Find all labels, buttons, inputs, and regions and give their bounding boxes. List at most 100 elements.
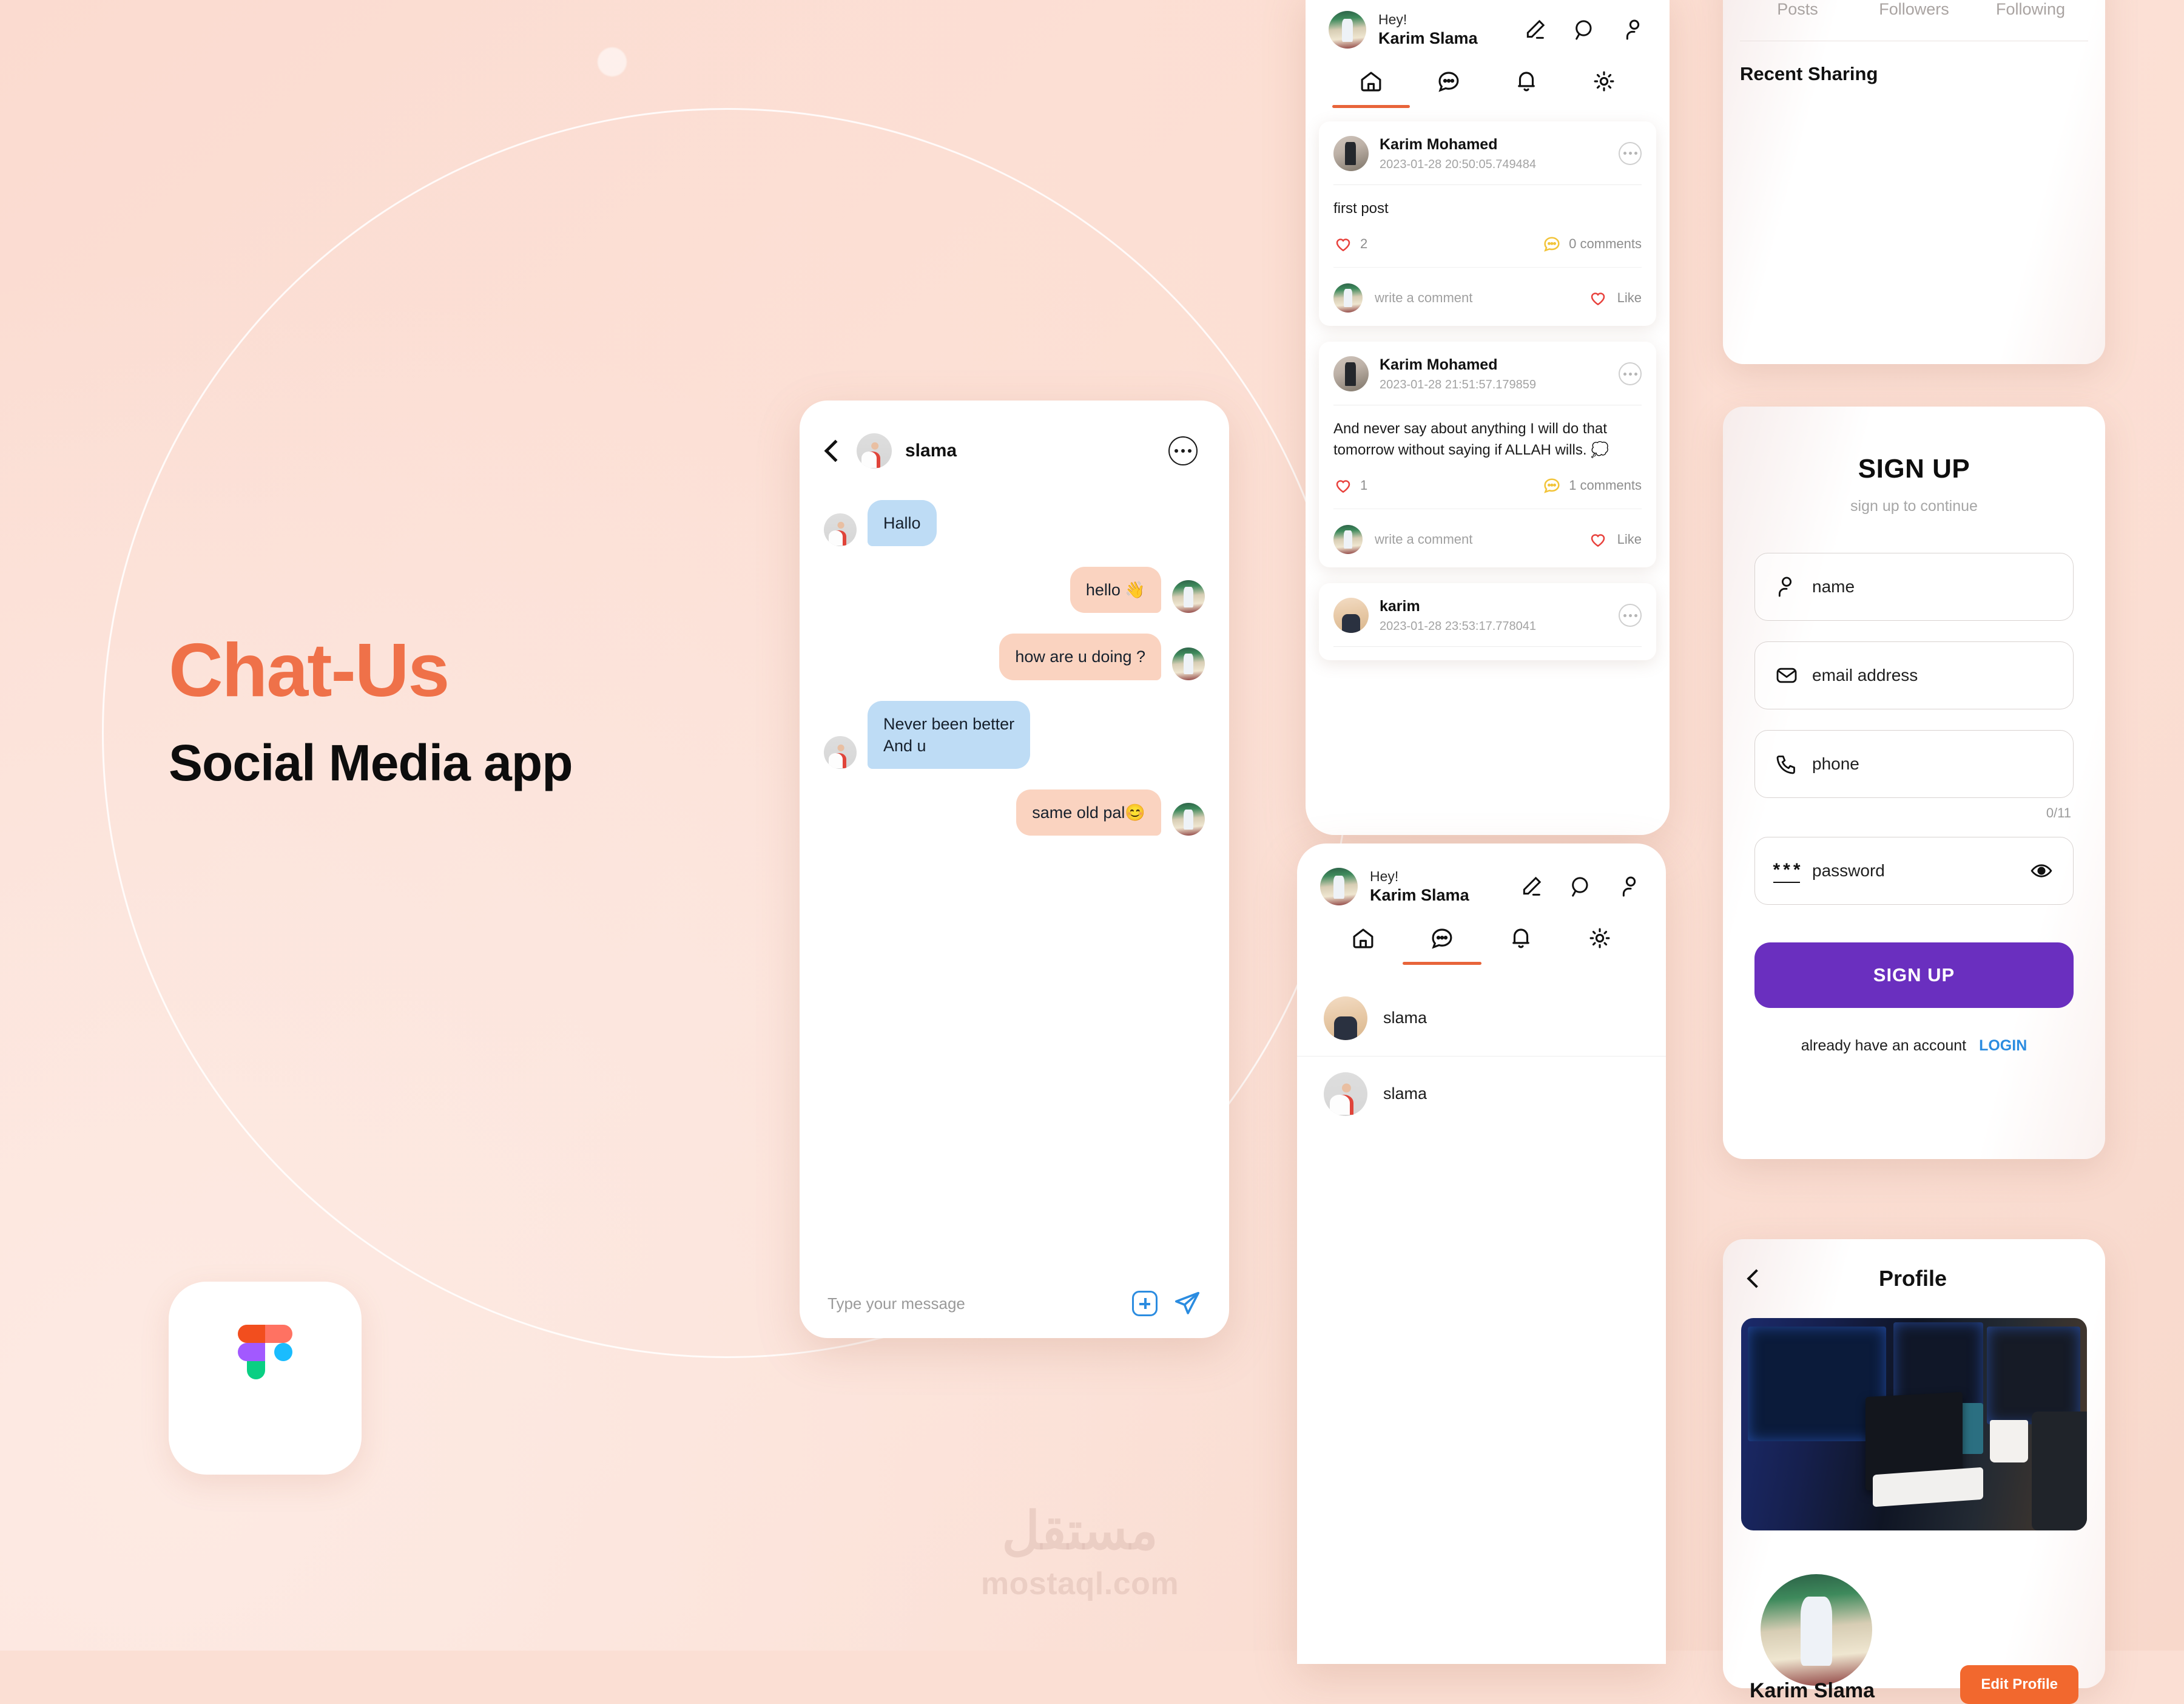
email-field[interactable]: email address [1754,641,2074,709]
avatar [1333,598,1369,634]
list-item[interactable]: slama [1297,981,1666,1056]
section-title: Recent Sharing [1740,63,1878,84]
post-text: first post [1333,200,1389,217]
post-timestamp: 2023-01-28 23:53:17.778041 [1380,620,1537,634]
avatar [1333,135,1369,171]
edit-profile-button[interactable]: Edit Profile [1960,1665,2078,1704]
post-card: Karim Mohamed 2023-01-28 20:50:05.749484… [1319,121,1656,326]
avatar [1757,1570,1876,1689]
post-actions: write a comment Like [1333,266,1642,313]
bottle [1959,1403,1983,1454]
tab-settings[interactable] [1565,69,1643,108]
post-actions: write a comment Like [1333,508,1642,554]
message-row: Hallo [824,500,1205,547]
phone-field[interactable]: phone [1754,730,2074,798]
chat-messages: Hallo hello 👋 how are u doing ? Never be… [800,484,1229,1290]
login-link[interactable]: LOGIN [1979,1037,2027,1054]
post-timestamp: 2023-01-28 20:50:05.749484 [1380,158,1537,171]
comment-icon [1542,234,1562,254]
message-row: Never been better And u [824,700,1205,769]
greeting-block: Hey! Karim Slama [1378,11,1478,49]
attach-icon[interactable] [1132,1291,1158,1316]
more-options-icon[interactable] [1168,436,1198,465]
post-options-icon[interactable] [1619,141,1642,165]
name-input: name [1812,577,1855,596]
like-count[interactable]: 2 [1333,234,1367,254]
feed-tabbar [1306,69,1670,108]
comment-count[interactable]: 0 comments [1542,234,1642,254]
tab-chat[interactable] [1403,925,1481,965]
tab-notifications[interactable] [1488,69,1565,108]
eye-icon[interactable] [2029,859,2054,883]
like-label: Like [1617,531,1642,547]
edit-icon[interactable] [1523,18,1547,42]
user-icon[interactable] [1619,874,1643,899]
comment-input[interactable]: write a comment [1375,532,1576,547]
profile-title: Profile [1878,1266,1947,1291]
tab-home[interactable] [1324,925,1403,965]
home-icon [1358,69,1384,94]
heart-icon [1588,288,1608,308]
list-item[interactable]: slama [1297,1055,1666,1132]
greeting-text: Hey! [1378,12,1407,27]
heart-icon [1333,476,1353,495]
tab-chat[interactable] [1410,69,1488,108]
like-count[interactable]: 1 [1333,476,1367,495]
like-button[interactable]: Like [1588,288,1642,308]
header-icons [1523,18,1646,42]
signup-button[interactable]: SIGN UP [1754,942,2074,1008]
tab-settings[interactable] [1560,925,1639,965]
greeting-block: Hey! Karim Slama [1370,868,1469,906]
phone-char-counter: 0/11 [2046,805,2071,820]
signup-footer: already have an account LOGIN [1723,1037,2105,1055]
bell-icon [1514,69,1539,94]
tab-followers[interactable]: Followers [1861,0,1967,19]
watermark-latin: mostaql.com [980,1566,1179,1601]
avatar [1329,11,1366,49]
avatar [1172,803,1205,836]
tab-posts[interactable]: Posts [1745,0,1850,19]
avatar [1333,356,1369,392]
like-button[interactable]: Like [1588,530,1642,549]
post-author: Karim Mohamed [1380,135,1498,153]
avatar [1324,1072,1367,1116]
comment-count[interactable]: 1 comments [1542,476,1642,495]
tab-following[interactable]: Following [1978,0,2083,19]
avatar [1320,868,1358,906]
mostaql-watermark: مستقل mostaql.com [946,1505,1213,1602]
avatar [824,735,857,769]
hero-block: Chat-Us Social Media app [169,631,715,796]
avatar [1333,524,1363,554]
home-icon [1350,925,1376,951]
search-icon[interactable] [1572,18,1597,42]
user-icon[interactable] [1622,18,1646,42]
chair [2031,1412,2087,1530]
comment-count-value: 0 comments [1569,235,1642,251]
post-options-icon[interactable] [1619,362,1642,386]
post-author: Karim Mohamed [1380,356,1498,373]
cover-photo [1741,1318,2087,1530]
email-input: email address [1812,666,1918,685]
post-header: karim 2023-01-28 23:53:17.778041 [1333,597,1642,635]
avatar [1172,647,1205,680]
comment-input[interactable]: write a comment [1375,290,1576,306]
signup-subtitle: sign up to continue [1850,498,1978,515]
header-icons [1519,874,1643,899]
tab-notifications[interactable] [1481,925,1560,965]
message-row: how are u doing ? [824,634,1205,680]
post-options-icon[interactable] [1619,604,1642,627]
post-meta: karim 2023-01-28 23:53:17.778041 [1380,597,1608,635]
tab-home[interactable] [1332,69,1410,108]
password-field[interactable]: * * * password [1754,837,2074,905]
send-icon[interactable] [1173,1290,1201,1317]
signup-title: SIGN UP [1858,454,1970,484]
edit-icon[interactable] [1519,874,1543,899]
bell-icon [1508,925,1534,951]
back-icon[interactable] [824,439,847,462]
search-icon[interactable] [1569,874,1593,899]
message-input[interactable]: Type your message [827,1294,1116,1313]
post-timestamp: 2023-01-28 21:51:57.179859 [1380,378,1537,392]
name-field[interactable]: name [1754,553,2074,621]
phone-input: phone [1812,754,1859,773]
conversation-name: slama [1383,1084,1427,1103]
